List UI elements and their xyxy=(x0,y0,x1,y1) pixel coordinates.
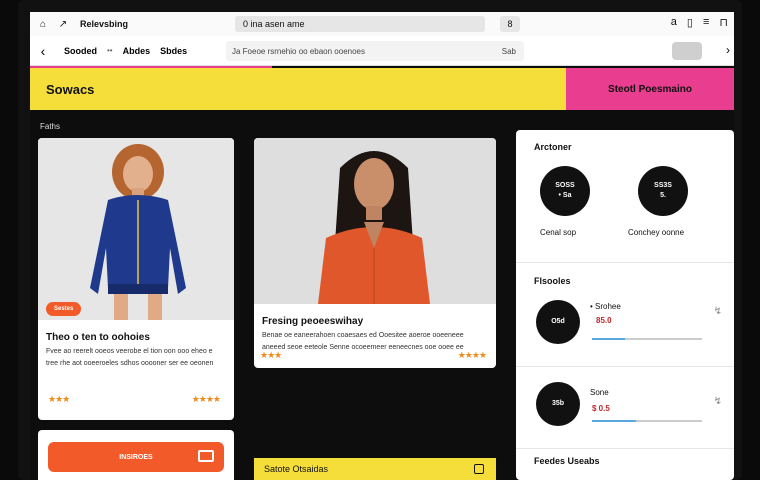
checkbox-icon[interactable] xyxy=(474,464,484,474)
banner-title: Sowacs xyxy=(46,82,95,97)
add-to-cart-button[interactable]: INSIROES xyxy=(48,442,224,472)
circle-line: 5. xyxy=(660,192,666,199)
rating-stars-secondary: ★★★★ xyxy=(457,350,487,360)
progress-fill xyxy=(592,338,625,340)
progress-track xyxy=(592,338,702,340)
share-icon[interactable]: ↯ xyxy=(714,306,722,317)
item-price: $ 0.5 xyxy=(592,404,610,413)
circle-line: 35b xyxy=(551,400,565,407)
item-circle[interactable]: O5d xyxy=(536,300,580,344)
address-text: Ja Foeoe rsrnehio oo ebaon ooenoes xyxy=(232,46,365,56)
sale-badge: Sestes xyxy=(46,302,82,316)
product-title: Theo o ten to oohoies xyxy=(46,332,150,343)
toolbar-icons: a ▯ ≡ ⊓ xyxy=(671,16,728,29)
circle-line: SS3S xyxy=(654,182,672,189)
forward-icon[interactable]: › xyxy=(726,43,730,57)
menu-icon[interactable]: ≡ xyxy=(703,16,709,29)
product-title: Fresing peoeeswihay xyxy=(262,316,364,327)
promo-banner: Sowacs Steotl Poesmaino xyxy=(30,68,734,110)
product-description: Benae oe eaneerahoen coaesaes ed Ooesite… xyxy=(262,332,464,351)
category-label: Cenal sop xyxy=(540,228,577,237)
item-name: Sone xyxy=(590,388,609,397)
category-circle[interactable]: SOSS • Sa xyxy=(540,166,590,216)
panel-heading: Flsooles xyxy=(534,276,571,286)
lock-icon[interactable]: ⊓ xyxy=(719,16,728,29)
bookmark-icon[interactable]: ▯ xyxy=(687,16,693,29)
progress-track xyxy=(592,420,702,422)
product-card[interactable]: Fresing peoeeswihay Benae oe eaneerahoen… xyxy=(254,138,496,368)
divider xyxy=(516,366,734,367)
category-circle[interactable]: SS3S 5. xyxy=(638,166,688,216)
menu-icon[interactable]: = xyxy=(712,34,720,49)
divider xyxy=(516,262,734,263)
promo-yellow-bar[interactable]: Satote Otsaidas xyxy=(254,458,496,480)
rating-stars: ★★★ xyxy=(260,350,282,360)
address-bar[interactable]: Ja Foeoe rsrnehio oo ebaon ooenoes Sab xyxy=(226,41,524,61)
circle-line: O5d xyxy=(551,318,565,325)
share-icon[interactable]: ↯ xyxy=(714,396,722,407)
product-description: Fvee ao reerelt ooeos veerobe el tion oo… xyxy=(46,348,214,367)
item-name: • Srohee xyxy=(590,302,621,311)
tab-title[interactable]: Relevsbing xyxy=(80,19,128,29)
circle-line: SOSS xyxy=(555,182,575,189)
a-icon[interactable]: a xyxy=(671,16,677,29)
product-image xyxy=(38,138,234,320)
section-label: Faths xyxy=(40,122,61,131)
item-price: 85.0 xyxy=(596,316,612,325)
product-card[interactable]: Sestes Theo o ten to oohoies Fvee ao ree… xyxy=(38,138,234,420)
cart-icon xyxy=(198,450,214,462)
promo-pink-label: Stootlmke lo lootles xyxy=(80,36,185,48)
product-image xyxy=(254,138,496,304)
item-circle[interactable]: 35b xyxy=(536,382,580,426)
promo-yellow-label: Satote Otsaidas xyxy=(264,464,329,474)
rating-stars-secondary: ★★★★ xyxy=(191,394,221,404)
add-to-cart-label: INSIROES xyxy=(119,453,153,461)
browser-screen: ⌂ ↗ Relevsbing 0 ina asen ame 8 a ▯ ≡ ⊓ … xyxy=(30,12,734,480)
banner-cta-button[interactable]: Steotl Poesmaino xyxy=(566,68,734,110)
tablet-frame: ⌂ ↗ Relevsbing 0 ina asen ame 8 a ▯ ≡ ⊓ … xyxy=(18,0,742,480)
category-label: Conchey oonne xyxy=(628,228,685,237)
secondary-tab[interactable]: 8 xyxy=(500,16,520,32)
tab-bar: ⌂ ↗ Relevsbing 0 ina asen ame 8 a ▯ ≡ ⊓ xyxy=(30,12,734,36)
arrow-icon[interactable]: ↗ xyxy=(56,19,70,30)
home-icon[interactable]: ⌂ xyxy=(36,19,50,30)
divider xyxy=(516,448,734,449)
cart-card: INSIROES xyxy=(38,430,234,480)
active-tab[interactable]: 0 ina asen ame xyxy=(235,16,485,32)
panel-heading: Arctoner xyxy=(534,142,572,152)
circle-line: • Sa xyxy=(558,192,572,199)
side-panel: Arctoner SOSS • Sa SS3S 5. Cenal sop Con… xyxy=(516,130,734,480)
panel-heading: Feedes Useabs xyxy=(534,456,600,466)
progress-fill xyxy=(592,420,636,422)
address-suffix: Sab xyxy=(501,46,516,56)
rating-stars: ★★★ xyxy=(48,394,70,404)
toggle-button[interactable] xyxy=(672,42,702,60)
star-icon: ✲ xyxy=(44,34,58,51)
active-tab-label: 0 ina asen ame xyxy=(243,19,305,29)
